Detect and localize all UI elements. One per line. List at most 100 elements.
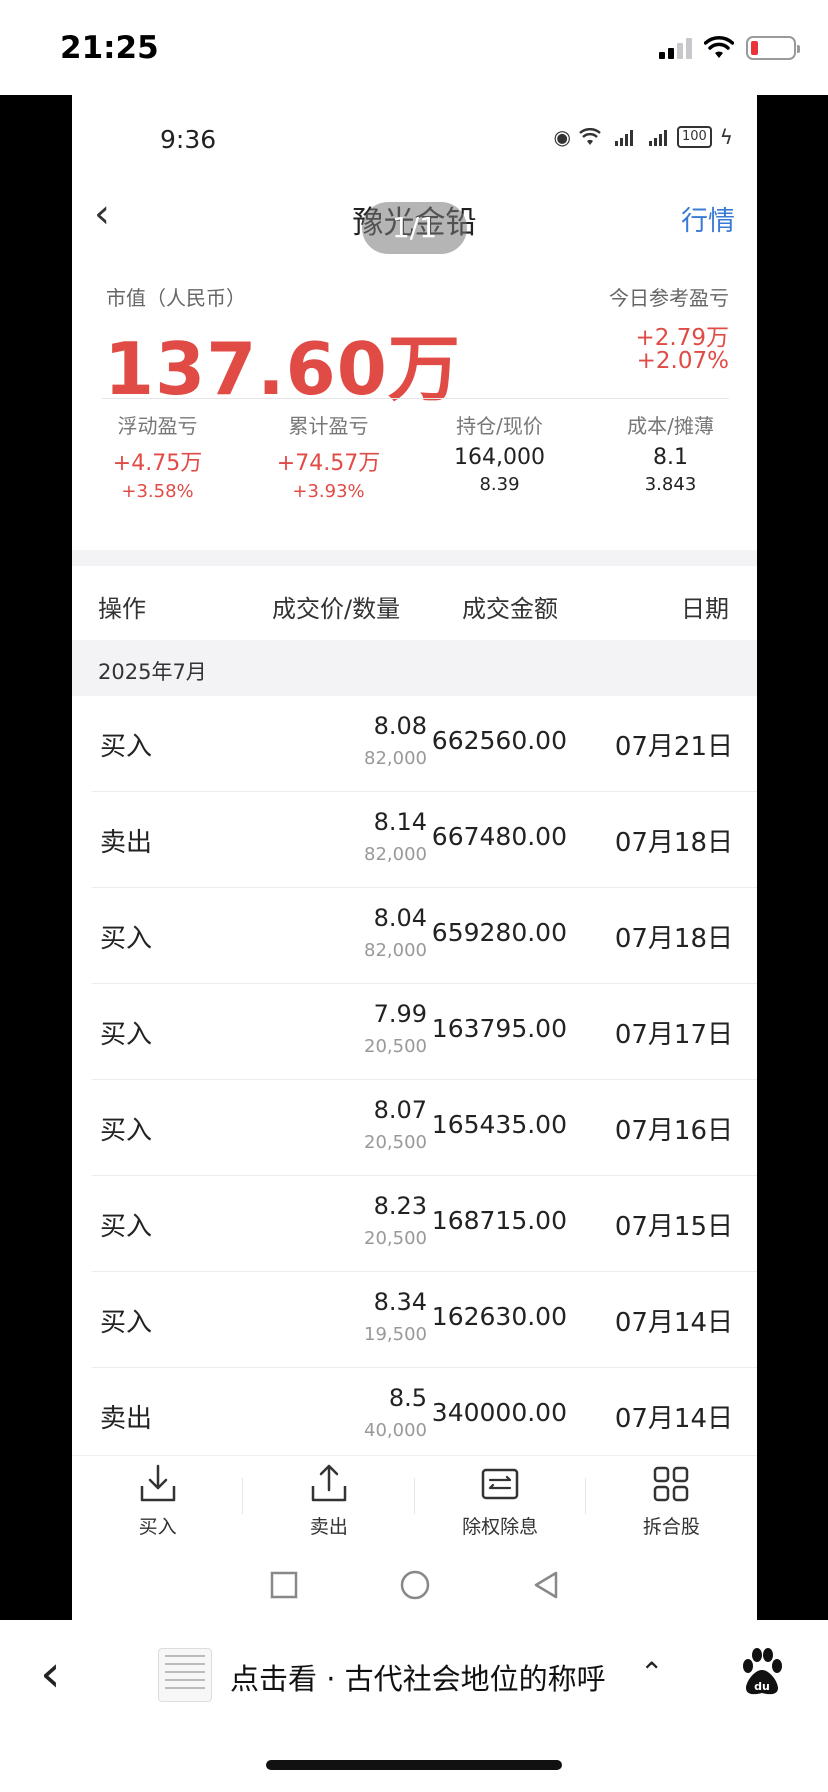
trade-price: 8.34: [373, 1288, 427, 1316]
android-clock: 9:36: [160, 125, 217, 154]
trade-amount: 168715.00: [431, 1206, 567, 1235]
charging-icon: ϟ: [719, 125, 733, 149]
article-link[interactable]: 点击看 · 古代社会地位的称呼: [230, 1656, 606, 1698]
table-row[interactable]: 买入 8.34 19,500 162630.00 07月14日: [92, 1272, 757, 1368]
recent-apps-icon[interactable]: [266, 1567, 302, 1603]
trade-price: 8.14: [373, 808, 427, 836]
sell-button[interactable]: 卖出: [243, 1456, 415, 1550]
action-toolbar: 买入 卖出 除权除息 拆合股: [72, 1455, 757, 1550]
stat-cost-diluted: 成本/摊薄 8.1 3.843: [585, 410, 756, 502]
quotes-link[interactable]: 行情: [681, 199, 735, 238]
market-value-label: 市值（人民币）: [106, 286, 246, 310]
baidu-paw-icon[interactable]: du: [738, 1646, 786, 1698]
trade-date: 07月14日: [614, 1308, 733, 1338]
sell-label: 卖出: [309, 1516, 348, 1538]
trade-price: 7.99: [373, 1000, 427, 1028]
trade-date: 07月14日: [614, 1404, 733, 1434]
trade-date: 07月15日: [614, 1212, 733, 1242]
stats-row: 浮动盈亏 +4.75万 +3.58% 累计盈亏 +74.57万 +3.93% 持…: [72, 410, 757, 502]
trade-op: 买入: [100, 732, 153, 762]
cellular-signal-icon: [659, 37, 692, 59]
trade-qty: 20,500: [364, 1132, 427, 1153]
stat-label: 浮动盈亏: [117, 414, 198, 438]
trade-date: 07月21日: [614, 732, 733, 762]
article-thumbnail[interactable]: [158, 1648, 212, 1702]
trade-qty: 40,000: [364, 1420, 427, 1441]
buy-button[interactable]: 买入: [72, 1456, 244, 1550]
trade-date: 07月18日: [614, 924, 733, 954]
trade-op: 买入: [100, 1020, 153, 1050]
ios-clock: 21:25: [60, 30, 159, 66]
ex-dividend-label: 除权除息: [462, 1516, 539, 1538]
market-value: 137.60万: [104, 327, 461, 411]
trade-list: 买入 8.08 82,000 662560.00 07月21日 卖出 8.14 …: [72, 696, 757, 1464]
android-status-icons: ◉ 100 ϟ: [554, 125, 733, 149]
trade-price: 8.5: [388, 1384, 427, 1412]
trade-qty: 82,000: [364, 844, 427, 865]
trade-op: 卖出: [100, 1404, 153, 1434]
trade-op: 买入: [100, 1308, 153, 1338]
trade-op: 买入: [100, 1212, 153, 1242]
ex-dividend-icon: [481, 1468, 519, 1500]
trade-qty: 19,500: [364, 1324, 427, 1345]
trade-op: 卖出: [100, 828, 153, 858]
stat-value: 164,000: [454, 445, 545, 470]
page-indicator: 1/1: [362, 202, 467, 254]
trade-price: 8.07: [373, 1096, 427, 1124]
trade-amount: 165435.00: [431, 1110, 567, 1139]
trade-price: 8.08: [373, 712, 427, 740]
table-row[interactable]: 买入 8.23 20,500 168715.00 07月15日: [92, 1176, 757, 1272]
table-row[interactable]: 卖出 8.5 40,000 340000.00 07月14日: [92, 1368, 757, 1464]
trade-amount: 662560.00: [431, 726, 567, 755]
trade-price: 8.04: [373, 904, 427, 932]
table-row[interactable]: 买入 8.04 82,000 659280.00 07月18日: [92, 888, 757, 984]
trade-amount: 162630.00: [431, 1302, 567, 1331]
wifi-icon: [704, 36, 734, 58]
home-indicator[interactable]: [266, 1760, 562, 1770]
trade-op: 买入: [100, 1116, 153, 1146]
column-header-date: 日期: [681, 594, 729, 623]
back-triangle-icon[interactable]: [528, 1567, 564, 1603]
today-pnl-percent: +2.07%: [636, 348, 729, 374]
trade-qty: 82,000: [364, 748, 427, 769]
signal-5g-icon: [614, 130, 633, 146]
trade-date: 07月16日: [614, 1116, 733, 1146]
table-header: 操作 成交价/数量 成交金额 日期: [72, 566, 757, 646]
chevron-left-icon[interactable]: ‹: [40, 1644, 61, 1704]
stat-subvalue: 3.843: [644, 474, 697, 495]
stat-subvalue: +3.58%: [121, 481, 194, 502]
stat-value: +4.75万: [112, 451, 203, 476]
trade-amount: 340000.00: [431, 1398, 567, 1427]
trade-date: 07月18日: [614, 828, 733, 858]
home-circle-icon[interactable]: [397, 1567, 433, 1603]
stat-label: 累计盈亏: [288, 414, 369, 438]
svg-text:du: du: [754, 1680, 770, 1693]
app-screenshot: 9:36 ◉ 100 ϟ ‹ 豫光金铅 行情 1/1 市值: [72, 95, 757, 1620]
battery-icon: [746, 36, 800, 60]
sell-upload-icon: [311, 1464, 347, 1502]
ios-status-icons: [659, 36, 800, 60]
wifi-icon: [579, 128, 601, 145]
trade-amount: 659280.00: [431, 918, 567, 947]
split-merge-grid-icon: [654, 1466, 689, 1502]
table-row[interactable]: 卖出 8.14 82,000 667480.00 07月18日: [92, 792, 757, 888]
trade-date: 07月17日: [614, 1020, 733, 1050]
trade-op: 买入: [100, 924, 153, 954]
stat-cumulative-pnl: 累计盈亏 +74.57万 +3.93%: [243, 410, 414, 502]
stat-position-price: 持仓/现价 164,000 8.39: [414, 410, 585, 502]
trade-qty: 20,500: [364, 1036, 427, 1057]
android-battery-icon: 100: [676, 126, 712, 148]
column-header-amount: 成交金额: [462, 594, 558, 623]
android-status-bar: 9:36 ◉ 100 ϟ: [72, 95, 757, 175]
table-row[interactable]: 买入 7.99 20,500 163795.00 07月17日: [92, 984, 757, 1080]
column-header-price-qty: 成交价/数量: [272, 594, 401, 623]
split-merge-button[interactable]: 拆合股: [586, 1456, 757, 1550]
table-row[interactable]: 买入 8.08 82,000 662560.00 07月21日: [92, 696, 757, 792]
ex-dividend-button[interactable]: 除权除息: [415, 1456, 587, 1550]
split-merge-label: 拆合股: [642, 1516, 700, 1538]
ios-status-bar: 21:25: [0, 0, 828, 95]
month-group-header: 2025年7月: [72, 640, 757, 696]
section-gap: [72, 550, 757, 566]
chevron-up-icon[interactable]: ⌃: [640, 1656, 663, 1689]
table-row[interactable]: 买入 8.07 20,500 165435.00 07月16日: [92, 1080, 757, 1176]
